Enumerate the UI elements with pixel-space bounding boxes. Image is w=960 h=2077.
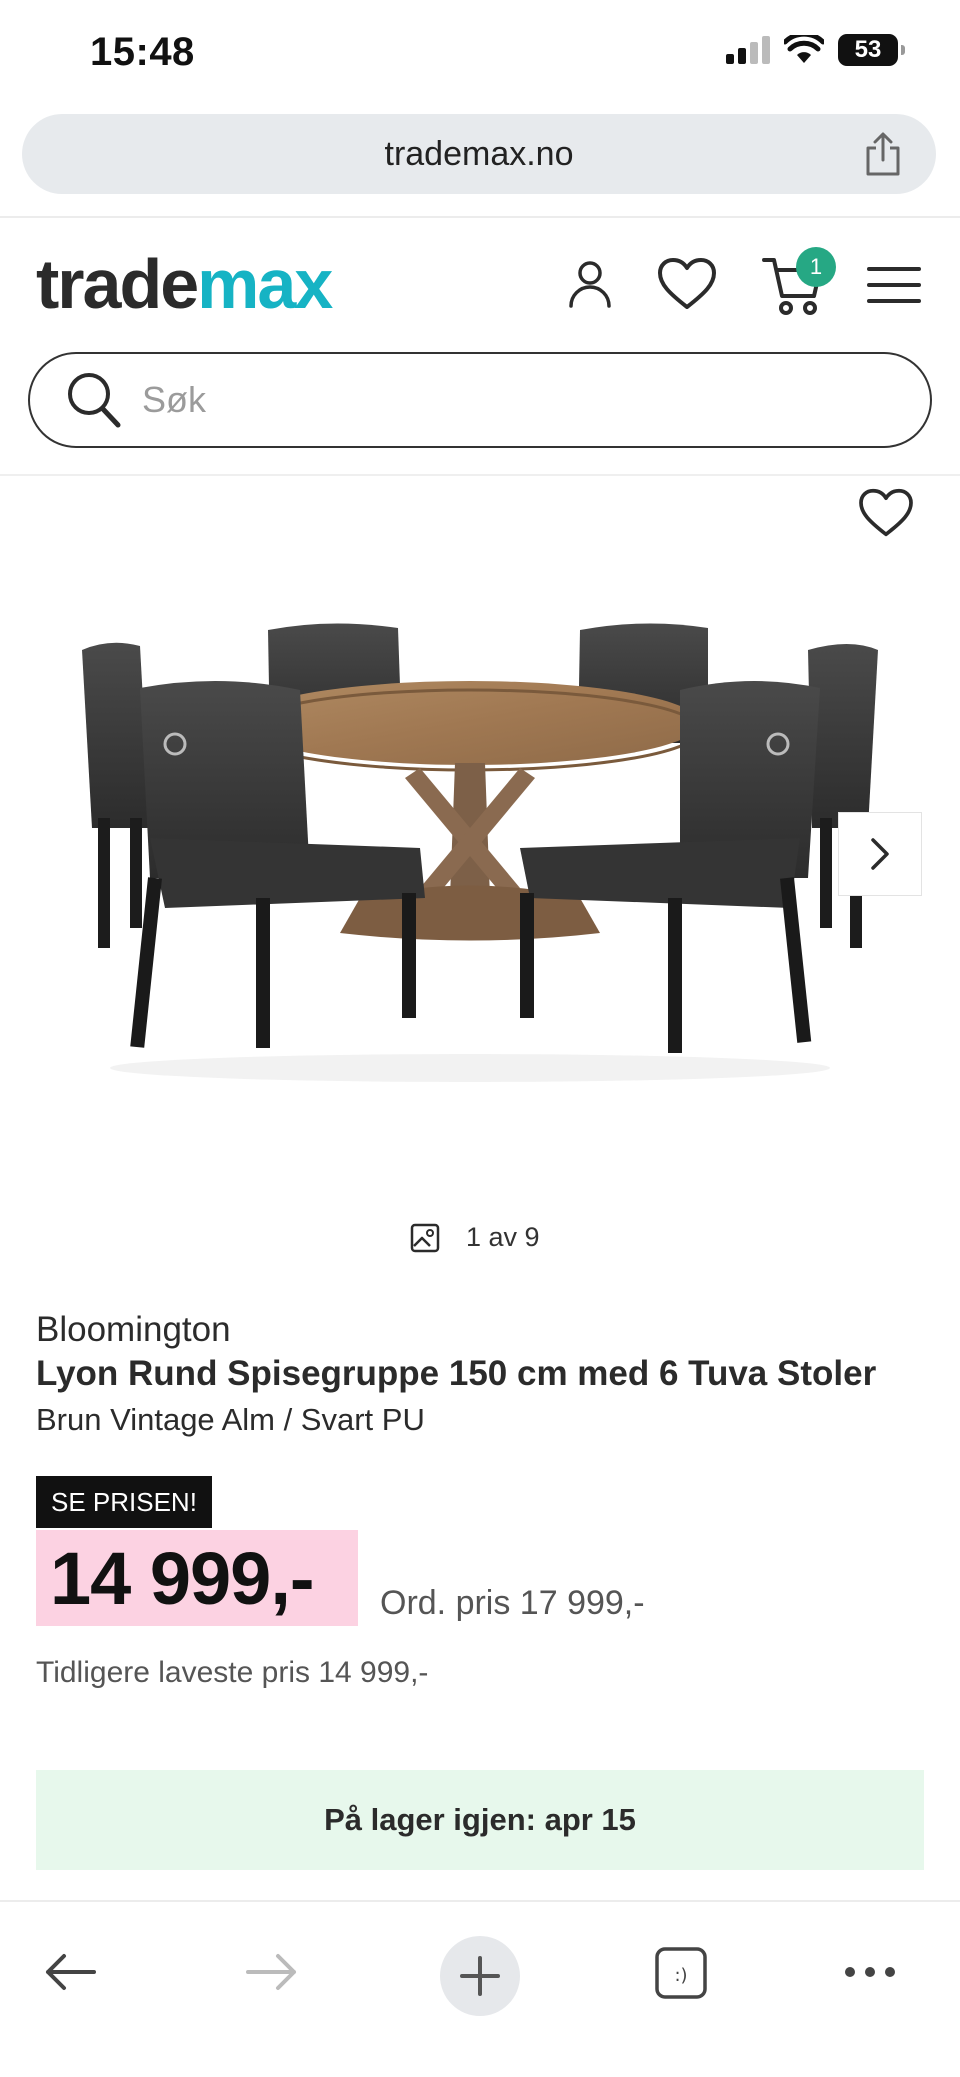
- forward-button[interactable]: [246, 1952, 298, 1992]
- campaign-badge: SE PRISEN!: [36, 1476, 212, 1528]
- battery-icon: 53: [838, 34, 905, 66]
- plus-icon: [460, 1956, 500, 1996]
- next-image-button[interactable]: [838, 812, 922, 896]
- back-button[interactable]: [44, 1952, 96, 1992]
- status-time: 15:48: [90, 30, 195, 74]
- user-icon: [569, 261, 611, 308]
- logo-text-max: max: [197, 245, 333, 323]
- site-logo[interactable]: trademax: [36, 244, 333, 324]
- lowest-price: Tidligere laveste pris 14 999,-: [36, 1656, 429, 1689]
- search-input[interactable]: [142, 379, 842, 421]
- signal-icon: [726, 36, 770, 64]
- more-dots-icon: [845, 1967, 895, 1977]
- new-tab-button[interactable]: [440, 1936, 520, 2016]
- product-favorite-button[interactable]: [858, 488, 914, 543]
- wishlist-button[interactable]: [654, 254, 720, 314]
- product-price: 14 999,-: [50, 1536, 315, 1620]
- status-bar: 15:48 53: [0, 0, 960, 108]
- more-button[interactable]: [844, 1966, 896, 1978]
- price-box: 14 999,-: [36, 1530, 358, 1626]
- product-image[interactable]: [0, 478, 960, 1218]
- ordinary-price: Ord. pris 17 999,-: [380, 1584, 645, 1622]
- divider: [0, 216, 960, 218]
- heart-icon: [859, 488, 913, 537]
- svg-text::): :): [674, 1965, 687, 1986]
- product-title: Lyon Rund Spisegruppe 150 cm med 6 Tuva …: [36, 1354, 877, 1393]
- image-counter-text: 1 av 9: [466, 1222, 540, 1252]
- heart-icon: [658, 258, 716, 309]
- browser-toolbar: :): [0, 1900, 960, 2077]
- arrow-left-icon: [46, 1954, 96, 1990]
- chevron-right-icon: [871, 838, 889, 870]
- image-counter: 1 av 9: [410, 1222, 540, 1253]
- url-text: trademax.no: [384, 134, 574, 173]
- logo-text-trade: trade: [36, 245, 199, 323]
- status-indicators: 53: [726, 34, 905, 66]
- tabs-button[interactable]: :): [654, 1946, 708, 2000]
- wifi-icon: [784, 35, 824, 63]
- dining-set-image: [82, 623, 878, 1082]
- account-button[interactable]: [562, 256, 618, 312]
- cart-count-badge: 1: [796, 247, 836, 287]
- stock-status-box: På lager igjen: apr 15: [36, 1770, 924, 1870]
- divider: [0, 474, 960, 476]
- image-icon: [410, 1223, 440, 1252]
- share-icon[interactable]: [862, 132, 904, 178]
- arrow-right-icon: [246, 1954, 296, 1990]
- product-brand[interactable]: Bloomington: [36, 1310, 231, 1350]
- search-icon: [68, 373, 121, 428]
- tabs-icon: :): [655, 1947, 707, 1999]
- url-bar[interactable]: trademax.no: [22, 114, 936, 194]
- search-box[interactable]: [28, 352, 932, 448]
- product-variant: Brun Vintage Alm / Svart PU: [36, 1402, 425, 1437]
- hamburger-menu-icon: [867, 267, 921, 303]
- stock-status-text: På lager igjen: apr 15: [324, 1802, 636, 1837]
- menu-button[interactable]: [866, 262, 922, 308]
